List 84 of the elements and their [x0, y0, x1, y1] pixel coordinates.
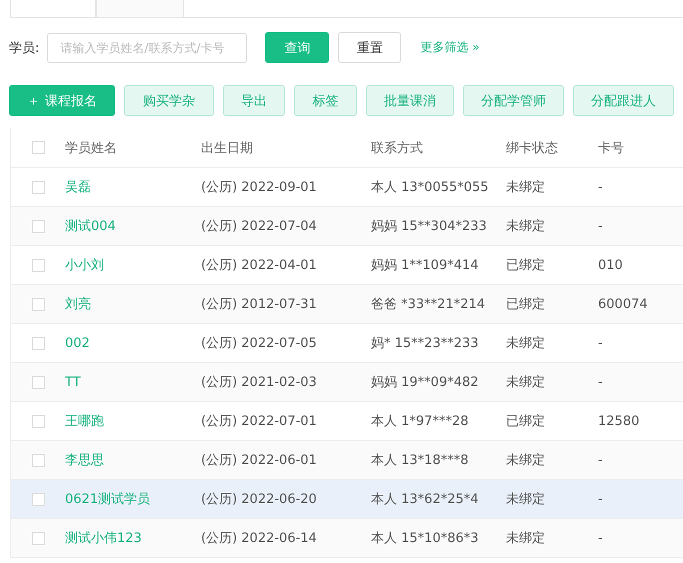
student-name-link[interactable]: 0621测试学员	[65, 492, 150, 507]
student-name-link[interactable]: 李思思	[65, 453, 104, 468]
table-cell: (公历) 2022-07-05	[201, 336, 317, 351]
checkbox[interactable]	[32, 532, 44, 544]
reset-button[interactable]: 重置	[338, 32, 402, 63]
action-button[interactable]: 分配学管师	[463, 85, 564, 116]
table-cell: 妈妈 19**09*482	[371, 375, 479, 390]
table-cell: -	[598, 180, 603, 194]
column-header: 学员姓名	[65, 140, 117, 156]
student-name-link[interactable]: 王哪跑	[65, 414, 104, 429]
column-header: 出生日期	[201, 140, 253, 156]
table-cell: 010	[598, 258, 623, 272]
search-field[interactable]: 请输入学员姓名/联系方式/卡号	[47, 32, 248, 62]
table-cell: 本人 13*62*25*4	[371, 492, 479, 507]
checkbox[interactable]	[32, 376, 44, 388]
student-name-link[interactable]: 刘亮	[65, 297, 91, 312]
student-name-link[interactable]: 002	[65, 336, 90, 350]
table-cell: (公历) 2022-07-01	[201, 414, 317, 429]
action-button[interactable]: ＋ 课程报名	[9, 85, 115, 116]
table-cell: 未绑定	[506, 180, 545, 195]
checkbox[interactable]	[32, 220, 44, 232]
table-cell: 爸爸 *33**21*214	[371, 297, 486, 312]
table-cell: (公历) 2022-06-20	[201, 492, 317, 507]
table-cell: (公历) 2012-07-31	[201, 297, 317, 312]
more-filters-link[interactable]: 更多筛选 »	[420, 39, 480, 56]
student-name-link[interactable]: 小小刘	[65, 258, 104, 273]
checkbox[interactable]	[32, 141, 44, 154]
table-cell: 已绑定	[506, 258, 545, 273]
table-cell: 12580	[598, 414, 640, 428]
table-cell: -	[598, 218, 603, 234]
checkbox[interactable]	[32, 492, 44, 506]
action-button[interactable]: 购买学杂	[124, 85, 214, 116]
table-cell: (公历) 2022-06-01	[201, 453, 317, 468]
table-cell: (公历) 2021-02-03	[201, 375, 317, 390]
table-cell: 未绑定	[506, 336, 545, 351]
table-cell: (公历) 2022-04-01	[201, 258, 317, 273]
table-cell: 已绑定	[506, 414, 545, 429]
table-row[interactable]: 测试004 (公历) 2022-07-04 妈妈 15**304*233 未绑定 -	[11, 207, 683, 246]
checkbox[interactable]	[32, 454, 44, 466]
table-cell: 本人 15*10*86*3	[371, 531, 479, 546]
table-cell: -	[598, 452, 603, 468]
action-button[interactable]: 分配跟进人	[573, 85, 674, 116]
student-name-link[interactable]: 吴磊	[65, 180, 91, 195]
table-cell: -	[598, 374, 603, 390]
table-row[interactable]: 刘亮 (公历) 2012-07-31 爸爸 *33**21*214 已绑定 600074	[11, 285, 683, 324]
column-header: 联系方式	[371, 140, 423, 156]
table-cell: -	[598, 492, 603, 506]
checkbox[interactable]	[32, 298, 44, 310]
table-cell: (公历) 2022-09-01	[201, 180, 317, 195]
table-cell: 妈妈 1**109*414	[371, 258, 479, 273]
column-header: 卡号	[598, 140, 624, 156]
student-name-link[interactable]: 测试004	[65, 219, 116, 234]
checkbox[interactable]	[32, 258, 44, 272]
table-row[interactable]: 测试小伟123 (公历) 2022-06-14 本人 15*10*86*3 未绑定 -	[11, 519, 683, 558]
table-cell: 本人 1*97***28	[371, 414, 468, 429]
table-cell: 本人 13*18***8	[371, 453, 468, 468]
table-cell: 未绑定	[506, 219, 545, 234]
student-label: 学员:	[9, 40, 40, 56]
table-cell: (公历) 2022-06-14	[201, 531, 317, 546]
checkbox[interactable]	[32, 336, 44, 350]
table-cell: 已绑定	[506, 297, 545, 312]
action-button[interactable]: 导出	[223, 85, 285, 116]
table-cell: -	[598, 336, 603, 350]
table-cell: (公历) 2022-07-04	[201, 219, 317, 234]
checkbox[interactable]	[32, 414, 44, 428]
table-cell: 未绑定	[506, 375, 545, 390]
search-button[interactable]: 查询	[265, 32, 330, 63]
action-button[interactable]: 标签	[294, 85, 357, 116]
table-cell: 未绑定	[506, 453, 545, 468]
student-name-link[interactable]: 测试小伟123	[65, 531, 142, 546]
table-cell: 未绑定	[506, 492, 545, 507]
column-header: 绑卡状态	[506, 140, 558, 156]
table-row[interactable]: TT (公历) 2021-02-03 妈妈 19**09*482 未绑定 -	[11, 363, 683, 402]
table-cell: 未绑定	[506, 531, 545, 546]
table-row[interactable]: 0621测试学员 (公历) 2022-06-20 本人 13*62*25*4 未绑定 -	[11, 480, 683, 519]
table-cell: -	[598, 530, 603, 546]
checkbox[interactable]	[32, 180, 44, 194]
table-cell: 600074	[598, 296, 648, 312]
student-name-link[interactable]: TT	[65, 374, 81, 390]
action-button[interactable]: 批量课消	[366, 85, 454, 116]
table-row[interactable]: 李思思 (公历) 2022-06-01 本人 13*18***8 未绑定 -	[11, 441, 683, 480]
table-cell: 妈妈 15**304*233	[371, 219, 487, 234]
table-cell: 妈* 15**23**233	[371, 336, 479, 351]
table-cell: 本人 13*0055*055	[371, 180, 489, 195]
